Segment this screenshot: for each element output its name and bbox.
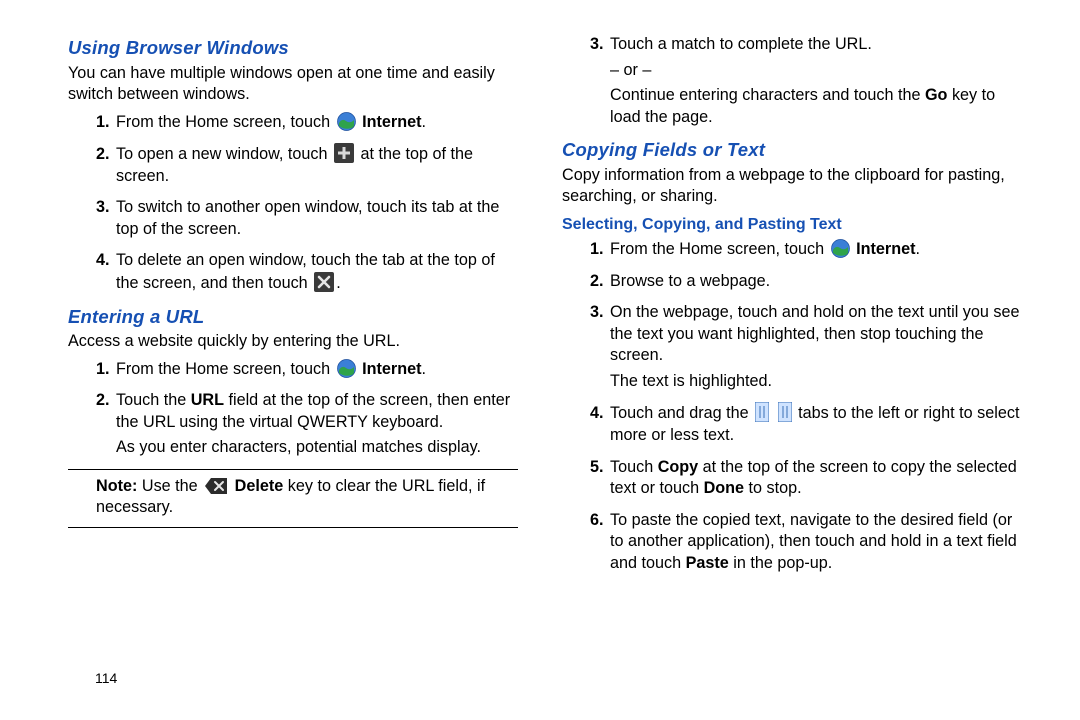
list-item: To open a new window, touch at the top o… xyxy=(114,143,518,187)
text: The text is highlighted. xyxy=(610,372,772,390)
text: From the Home screen, touch xyxy=(610,240,829,258)
heading-copying-fields: Copying Fields or Text xyxy=(562,138,1030,163)
go-label: Go xyxy=(925,86,947,104)
note-label: Note: xyxy=(96,477,137,495)
list-item: To delete an open window, touch the tab … xyxy=(114,250,518,294)
intro-1: You can have multiple windows open at on… xyxy=(68,63,518,106)
divider xyxy=(68,527,518,528)
right-column: Touch a match to complete the URL. – or … xyxy=(540,30,1040,700)
list-entering-url: From the Home screen, touch Internet. To… xyxy=(68,359,518,459)
text: To switch to another open window, touch … xyxy=(116,198,499,238)
plus-icon xyxy=(334,143,354,163)
list-item: Touch a match to complete the URL. – or … xyxy=(608,34,1030,128)
intro-2: Access a website quickly by entering the… xyxy=(68,331,518,353)
heading-using-browser-windows: Using Browser Windows xyxy=(68,36,518,61)
text: to stop. xyxy=(744,479,802,497)
globe-icon xyxy=(337,112,356,131)
text: To delete an open window, touch the tab … xyxy=(116,251,495,292)
text: Touch the xyxy=(116,391,191,409)
list-item: From the Home screen, touch Internet. xyxy=(114,359,518,381)
text: – or – xyxy=(610,61,651,79)
heading-selecting-copying: Selecting, Copying, and Pasting Text xyxy=(562,214,1030,235)
text: . xyxy=(422,113,427,131)
list-item: Touch and drag the tabs to the left or r… xyxy=(608,402,1030,446)
text: On the webpage, touch and hold on the te… xyxy=(610,303,1019,364)
text: . xyxy=(336,274,341,292)
list-item: To switch to another open window, touch … xyxy=(114,197,518,240)
selection-handle-left-icon xyxy=(755,402,769,422)
list-browser-windows: From the Home screen, touch Internet. To… xyxy=(68,112,518,295)
text: . xyxy=(916,240,921,258)
url-label: URL xyxy=(191,391,224,409)
list-selecting-text: From the Home screen, touch Internet. Br… xyxy=(562,239,1030,574)
divider xyxy=(68,469,518,470)
text: Use the xyxy=(137,477,202,495)
list-item: From the Home screen, touch Internet. xyxy=(608,239,1030,261)
done-label: Done xyxy=(704,479,744,497)
paste-label: Paste xyxy=(686,554,729,572)
selection-handle-right-icon xyxy=(778,402,792,422)
text: Touch xyxy=(610,458,658,476)
text: . xyxy=(422,360,427,378)
internet-label: Internet xyxy=(856,240,915,258)
page: Using Browser Windows You can have multi… xyxy=(0,0,1080,720)
backspace-icon xyxy=(204,477,228,495)
list-item: Touch the URL field at the top of the sc… xyxy=(114,390,518,459)
internet-label: Internet xyxy=(362,113,421,131)
close-icon xyxy=(314,272,334,292)
heading-entering-url: Entering a URL xyxy=(68,305,518,330)
note: Note: Use the Delete key to clear the UR… xyxy=(68,476,518,519)
text: Touch and drag the xyxy=(610,404,753,422)
intro-3: Copy information from a webpage to the c… xyxy=(562,165,1030,208)
list-continued: Touch a match to complete the URL. – or … xyxy=(562,34,1030,128)
globe-icon xyxy=(831,239,850,258)
text: Touch a match to complete the URL. xyxy=(610,35,872,53)
list-item: Browse to a webpage. xyxy=(608,271,1030,293)
text: As you enter characters, potential match… xyxy=(116,438,481,456)
copy-label: Copy xyxy=(658,458,698,476)
page-number: 114 xyxy=(95,669,117,688)
text: in the pop-up. xyxy=(729,554,833,572)
text: From the Home screen, touch xyxy=(116,113,335,131)
text: To open a new window, touch xyxy=(116,145,332,163)
list-item: On the webpage, touch and hold on the te… xyxy=(608,302,1030,392)
internet-label: Internet xyxy=(362,360,421,378)
list-item: Touch Copy at the top of the screen to c… xyxy=(608,457,1030,500)
list-item: To paste the copied text, navigate to th… xyxy=(608,510,1030,575)
left-column: Using Browser Windows You can have multi… xyxy=(40,30,540,700)
delete-label: Delete xyxy=(235,477,284,495)
list-item: From the Home screen, touch Internet. xyxy=(114,112,518,134)
text: From the Home screen, touch xyxy=(116,360,335,378)
text: Browse to a webpage. xyxy=(610,272,770,290)
globe-icon xyxy=(337,359,356,378)
text: Continue entering characters and touch t… xyxy=(610,86,925,104)
